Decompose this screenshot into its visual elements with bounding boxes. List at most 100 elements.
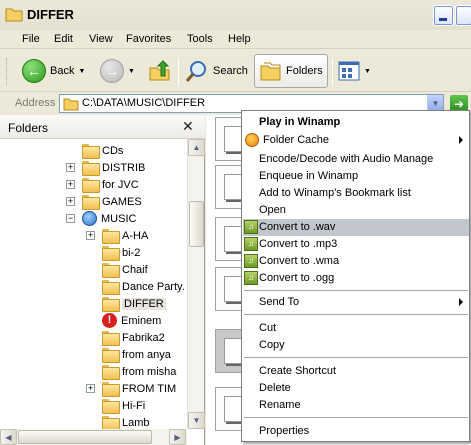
menu-item-encode-decode[interactable]: Encode/Decode with Audio Manage — [243, 151, 469, 168]
menu-item-label: Play in Winamp — [259, 116, 341, 128]
tree-item-hi-fi[interactable]: Hi-Fi — [102, 397, 145, 414]
menu-item-create-shortcut[interactable]: Create Shortcut — [243, 363, 469, 380]
horizontal-scrollbar[interactable]: ◀ ▶ — [0, 429, 187, 445]
tree-item-label: Hi-Fi — [122, 399, 146, 412]
tree-item-label: Eminem — [121, 314, 162, 327]
menu-item-play-in-winamp[interactable]: Play in Winamp — [243, 114, 469, 131]
folder-icon — [102, 229, 120, 244]
horizontal-scroll-thumb[interactable] — [18, 430, 152, 444]
expand-icon[interactable]: + — [66, 197, 75, 206]
folders-button[interactable]: Folders — [254, 54, 328, 88]
tree-item-differ[interactable]: DIFFER — [102, 295, 166, 312]
winamp-convert-icon: ♫ — [244, 271, 258, 285]
menu-item-send-to[interactable]: Send To — [243, 294, 469, 311]
folders-icon — [260, 62, 281, 81]
globe-folder-icon — [82, 211, 97, 226]
menu-item-label: Create Shortcut — [259, 365, 337, 377]
tree-item-cds[interactable]: CDs — [82, 142, 123, 159]
title-bar[interactable]: DIFFER — [0, 0, 471, 30]
menu-item-convert-wma[interactable]: ♫ Convert to .wma — [243, 253, 469, 270]
winamp-convert-icon: ♫ — [244, 237, 258, 251]
tree-item-from-anya[interactable]: from anya — [102, 346, 171, 363]
menu-item-label: Convert to .ogg — [259, 272, 335, 284]
menu-item-cut[interactable]: Cut — [243, 320, 469, 337]
menu-item-label: Rename — [259, 399, 301, 411]
tree-item-bi-2[interactable]: bi-2 — [102, 244, 140, 261]
tree-item-games[interactable]: + GAMES — [66, 193, 142, 210]
tree-item-label: from misha — [122, 365, 177, 378]
menu-help[interactable]: Help — [228, 33, 251, 45]
up-folder-icon — [149, 60, 170, 81]
menu-item-add-to-bookmark[interactable]: Add to Winamp's Bookmark list — [243, 185, 469, 202]
scroll-left-icon[interactable]: ◀ — [0, 429, 17, 445]
menu-tools[interactable]: Tools — [187, 33, 213, 45]
menu-item-rename[interactable]: Rename — [243, 397, 469, 414]
tree-item-from-misha[interactable]: from misha — [102, 363, 176, 380]
back-button[interactable]: ← Back ▼ — [22, 54, 85, 88]
expand-icon[interactable]: + — [86, 384, 95, 393]
expand-icon[interactable]: + — [86, 231, 95, 240]
scroll-right-icon[interactable]: ▶ — [169, 429, 186, 445]
maximize-button[interactable] — [455, 5, 471, 26]
tree-item-fabrika2[interactable]: Fabrika2 — [102, 329, 165, 346]
folder-icon — [102, 348, 120, 363]
menu-favorites[interactable]: Favorites — [126, 33, 171, 45]
tree-item-dance-party[interactable]: Dance Party. — [102, 278, 185, 295]
minimize-button[interactable] — [433, 5, 454, 26]
tree-item-label: Fabrika2 — [122, 331, 165, 344]
menu-item-delete[interactable]: Delete — [243, 380, 469, 397]
submenu-arrow-icon — [459, 136, 463, 144]
forward-dropdown-icon[interactable]: ▼ — [128, 68, 135, 75]
tree-item-distrib[interactable]: + DISTRIB — [66, 159, 145, 176]
expand-icon[interactable]: + — [66, 180, 75, 189]
tree-item-a-ha[interactable]: + A-HA — [86, 227, 148, 244]
tree-item-for-jvc[interactable]: + for JVC — [66, 176, 139, 193]
scroll-down-icon[interactable]: ▼ — [188, 412, 205, 429]
tree-item-music[interactable]: − MUSIC — [66, 210, 136, 227]
menu-edit[interactable]: Edit — [54, 33, 73, 45]
folder-icon — [82, 161, 100, 176]
toolbar-separator — [178, 58, 179, 86]
folder-icon — [5, 8, 23, 22]
toolbar-grip[interactable] — [6, 58, 9, 86]
menu-item-enqueue-in-winamp[interactable]: Enqueue in Winamp — [243, 168, 469, 185]
menu-item-convert-ogg[interactable]: ♫ Convert to .ogg — [243, 270, 469, 287]
views-dropdown-icon[interactable]: ▼ — [364, 68, 371, 75]
menu-item-properties[interactable]: Properties — [243, 423, 469, 440]
scroll-thumb[interactable] — [189, 201, 204, 247]
close-icon[interactable]: ✕ — [182, 118, 194, 135]
search-label: Search — [213, 65, 248, 77]
tree-item-label: DISTRIB — [102, 161, 146, 174]
folders-pane: Folders ✕ CDs + DISTRIB + for JVC + GAME… — [0, 115, 205, 445]
expand-icon[interactable]: + — [66, 163, 75, 172]
tree-item-lamb[interactable]: Lamb — [102, 414, 150, 429]
tree-item-label: Chaif — [122, 263, 148, 276]
folder-icon — [102, 280, 120, 295]
menu-item-open[interactable]: Open — [243, 202, 469, 219]
tree-item-chaif[interactable]: Chaif — [102, 261, 148, 278]
menu-item-convert-wav[interactable]: ♫ Convert to .wav — [243, 219, 469, 236]
menu-item-copy[interactable]: Copy — [243, 337, 469, 354]
menu-item-convert-mp3[interactable]: ♫ Convert to .mp3 — [243, 236, 469, 253]
back-dropdown-icon[interactable]: ▼ — [78, 68, 85, 75]
menu-view[interactable]: View — [89, 33, 113, 45]
tree-item-label: bi-2 — [122, 246, 141, 259]
back-arrow-icon: ← — [22, 59, 46, 83]
folder-icon — [102, 263, 120, 278]
menu-separator — [244, 417, 468, 418]
menu-item-label: Add to Winamp's Bookmark list — [259, 187, 411, 199]
search-button[interactable]: Search — [185, 54, 248, 88]
tree-item-eminem[interactable]: ! Eminem — [102, 312, 161, 329]
menu-item-folder-cache[interactable]: Folder Cache — [243, 132, 469, 149]
vertical-scrollbar[interactable]: ▲ ▼ — [187, 139, 205, 429]
context-menu: Play in Winamp Folder Cache Encode/Decod… — [241, 110, 470, 442]
tree-item-from-tim[interactable]: + FROM TIM — [86, 380, 176, 397]
up-folder-button[interactable] — [148, 54, 172, 88]
menu-item-label: Delete — [259, 382, 291, 394]
forward-button[interactable]: → ▼ — [100, 54, 135, 88]
views-button[interactable]: ▼ — [338, 54, 371, 88]
menu-file[interactable]: File — [22, 33, 40, 45]
collapse-icon[interactable]: − — [66, 214, 75, 223]
scroll-up-icon[interactable]: ▲ — [188, 139, 205, 156]
views-icon — [338, 61, 360, 81]
